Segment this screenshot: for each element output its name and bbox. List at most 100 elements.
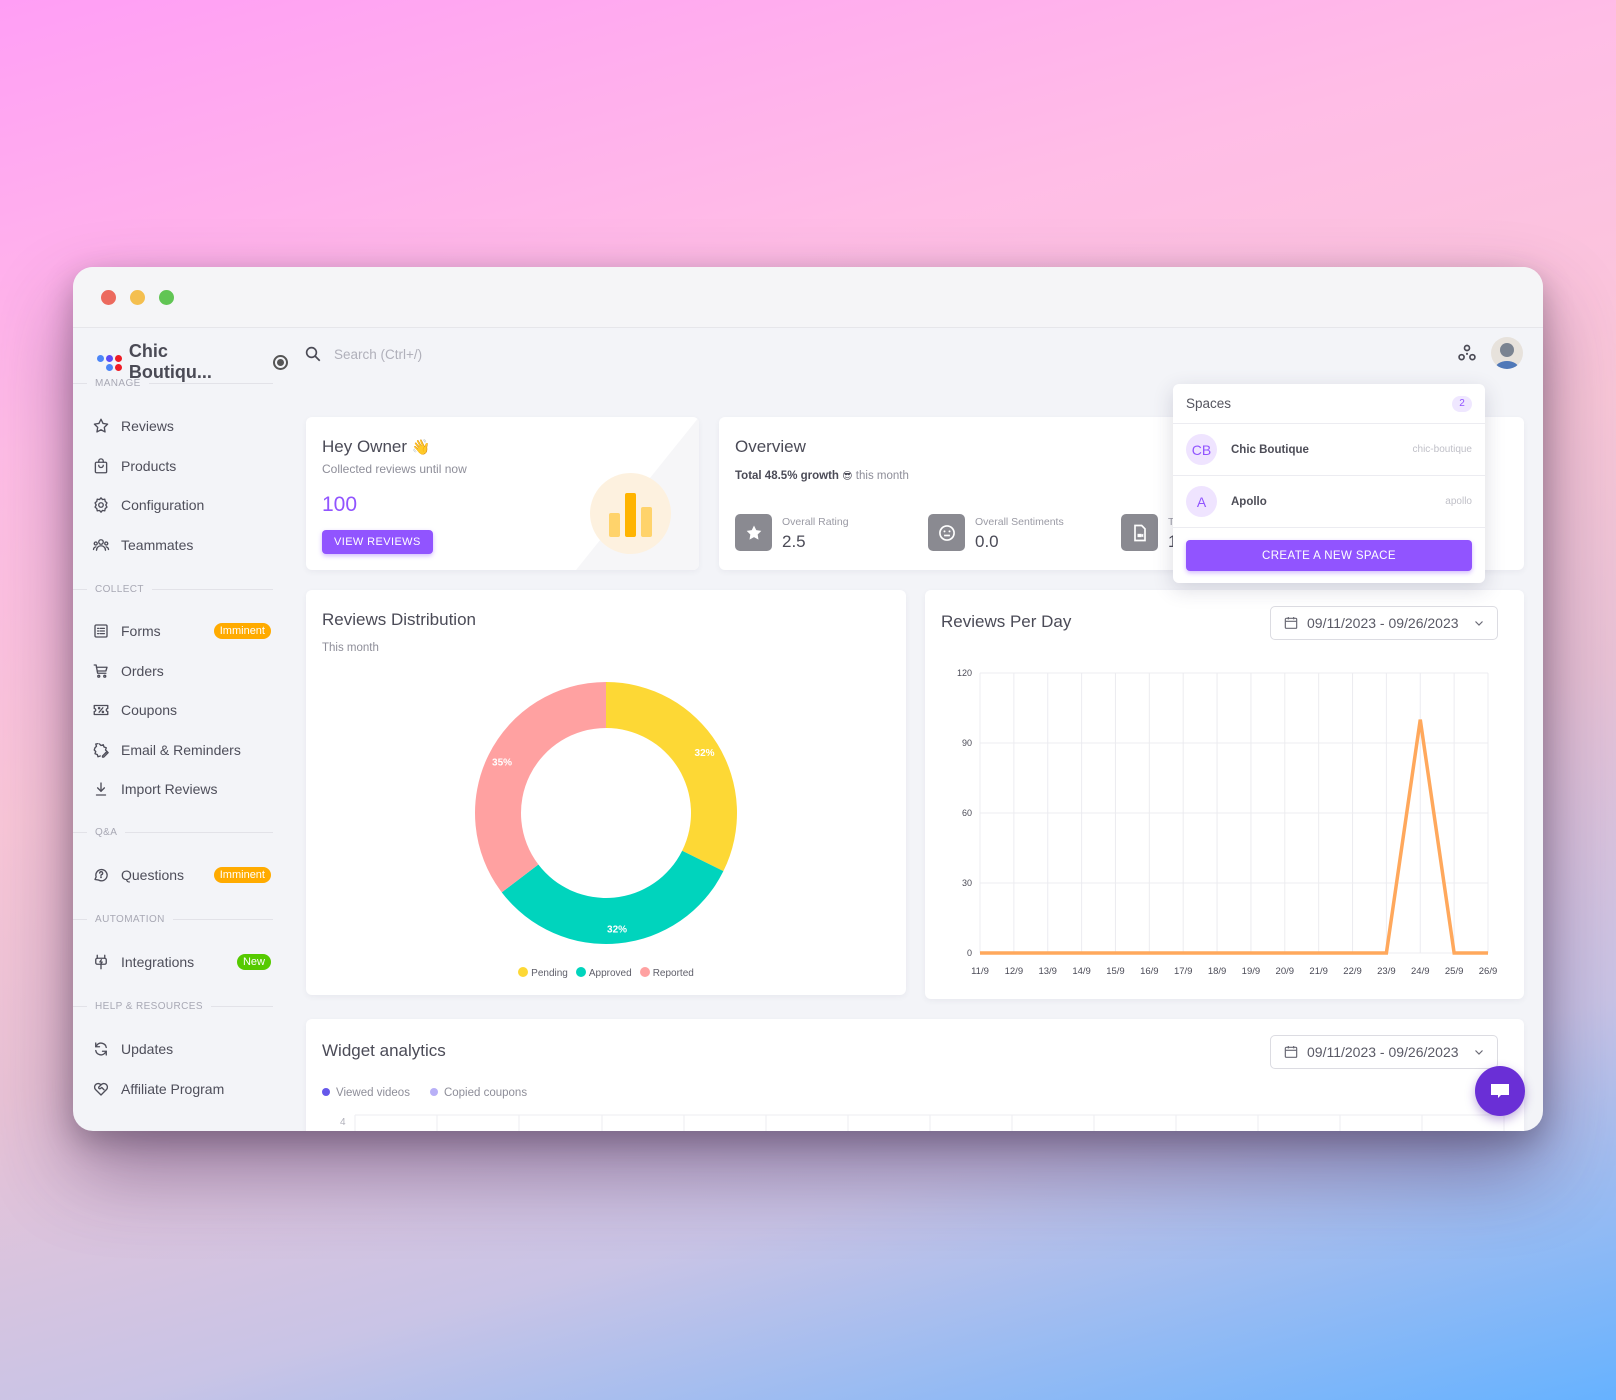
bar-chart-illustration-icon [590, 473, 671, 554]
legend-item-reported[interactable]: Reported [639, 967, 694, 979]
plug-icon [91, 952, 111, 972]
x-tick-label: 19/9 [1242, 966, 1261, 977]
space-slug: apollo [1445, 496, 1472, 507]
cart-icon [91, 661, 111, 681]
growth-period: this month [855, 470, 909, 482]
sidebar-item-coupons[interactable]: Coupons [91, 695, 271, 725]
sidebar-item-products[interactable]: Products [91, 451, 271, 481]
sidebar-item-label: Reviews [121, 418, 174, 434]
section-label: COLLECT [73, 582, 273, 596]
reviews-distribution-card: Reviews Distribution This month 32% 32% 35… [306, 590, 906, 995]
imminent-badge: Imminent [213, 623, 271, 639]
stat-overall-rating: Overall Rating 2.5 [735, 514, 849, 552]
sidebar-item-reviews[interactable]: Reviews [91, 411, 271, 441]
new-badge: New [236, 954, 271, 970]
minimize-window-button[interactable] [130, 290, 145, 305]
sidebar-item-label: Email & Reminders [121, 741, 241, 758]
space-item[interactable]: CB Chic Boutique chic-boutique [1173, 424, 1485, 476]
y-tick-label: 120 [957, 668, 972, 678]
welcome-subtitle: Collected reviews until now [322, 462, 467, 476]
view-reviews-button[interactable]: VIEW REVIEWS [322, 530, 433, 554]
x-tick-label: 16/9 [1140, 966, 1159, 977]
sidebar-item-label: Products [121, 457, 177, 474]
growth-value: Total 48.5% growth [735, 470, 839, 482]
section-label: AUTOMATION [73, 912, 273, 926]
star-icon [735, 514, 772, 551]
y-tick-label: 60 [962, 808, 972, 818]
sidebar-item-label: Updates [121, 1041, 174, 1057]
maximize-window-button[interactable] [159, 290, 174, 305]
sidebar-item-label: Questions [121, 867, 185, 883]
growth-text: Total 48.5% growth 😎 this month [735, 470, 909, 482]
sidebar-item-affiliate-program[interactable]: Affiliate Program [91, 1074, 271, 1104]
x-tick-label: 15/9 [1106, 966, 1125, 977]
collected-reviews-count: 100 [322, 493, 358, 516]
section-label: HELP & RESOURCES [73, 999, 273, 1013]
video-file-icon [1121, 514, 1158, 551]
overview-title: Overview [735, 437, 806, 456]
search-input[interactable]: Search (Ctrl+/) [334, 347, 422, 362]
title-bar [73, 267, 1543, 328]
stat-overall-sentiments: Overall Sentiments 0.0 [928, 514, 1064, 552]
sidebar-item-orders[interactable]: Orders [91, 656, 271, 686]
sidebar-item-integrations[interactable]: Integrations New [91, 947, 271, 977]
heart-handshake-icon [91, 1079, 111, 1099]
chat-support-button[interactable] [1475, 1066, 1525, 1116]
sidebar-item-label: Import Reviews [121, 781, 218, 797]
users-icon [91, 535, 111, 555]
line-chart: 0 30 60 90 120 11/9 12/9 13/9 14/9 15/9 16/9 17/9 18… [957, 668, 1497, 977]
close-window-button[interactable] [101, 290, 116, 305]
sidebar-pin-toggle-icon[interactable] [273, 354, 288, 370]
spaces-dropdown: Spaces 2 CB Chic Boutique chic-boutique … [1173, 384, 1485, 583]
welcome-card: Hey Owner 👋 Collected reviews until now … [306, 417, 699, 570]
x-tick-label: 25/9 [1445, 966, 1464, 977]
gear-icon [91, 495, 111, 515]
stat-total-videos: T1 [1121, 514, 1177, 552]
reviews-per-day-card: Reviews Per Day 09/11/2023 - 09/26/2023 … [925, 590, 1524, 999]
legend-item-approved[interactable]: Approved [575, 967, 632, 979]
x-tick-label: 13/9 [1038, 966, 1057, 977]
space-item[interactable]: A Apollo apollo [1173, 476, 1485, 528]
brand-logo-icon [97, 353, 123, 371]
sidebar-item-label: Configuration [121, 497, 205, 513]
sidebar-item-forms[interactable]: Forms Imminent [91, 616, 271, 646]
neutral-face-icon [928, 514, 965, 551]
sidebar-item-label: Affiliate Program [121, 1080, 225, 1097]
chat-bubble-icon [1491, 1084, 1509, 1098]
spaces-switcher-icon[interactable] [1457, 343, 1477, 363]
sidebar-item-updates[interactable]: Updates [91, 1034, 271, 1064]
sidebar-item-questions[interactable]: Questions Imminent [91, 860, 271, 890]
donut-chart: 32% 32% 35% [475, 682, 737, 944]
search-bar[interactable]: Search (Ctrl+/) [304, 345, 422, 363]
space-name: Chic Boutique [1231, 443, 1309, 456]
refresh-icon [91, 1039, 111, 1059]
legend-item-pending[interactable]: Pending [518, 967, 568, 979]
donut-data-label: 35% [492, 757, 512, 768]
star-icon [91, 416, 111, 436]
spaces-count-badge: 2 [1452, 395, 1472, 412]
create-new-space-button[interactable]: CREATE A NEW SPACE [1186, 540, 1472, 571]
sidebar-item-teammates[interactable]: Teammates [91, 530, 271, 560]
coupon-icon [91, 700, 111, 720]
sidebar-item-configuration[interactable]: Configuration [91, 490, 271, 520]
y-tick-label: 0 [967, 948, 972, 958]
imminent-badge: Imminent [213, 867, 271, 883]
x-tick-label: 14/9 [1072, 966, 1091, 977]
donut-slice-pending[interactable] [606, 682, 737, 872]
y-tick-label: 30 [962, 878, 972, 888]
user-avatar[interactable] [1491, 337, 1523, 369]
shopping-bag-icon [91, 456, 111, 476]
sidebar-item-label: Coupons [121, 702, 178, 718]
x-tick-label: 20/9 [1276, 966, 1295, 977]
donut-slice-reported[interactable] [475, 682, 606, 893]
sidebar-item-import-reviews[interactable]: Import Reviews [91, 774, 271, 804]
x-tick-label: 23/9 [1377, 966, 1396, 977]
sidebar: Chic Boutiqu... MANAGE Reviews Products … [73, 329, 288, 1131]
x-tick-label: 21/9 [1309, 966, 1328, 977]
question-bubble-icon [91, 865, 111, 885]
space-avatar: CB [1186, 434, 1217, 465]
sidebar-item-email-reminders[interactable]: Email & Reminders [91, 735, 271, 765]
widget-chart-grid [354, 1114, 1506, 1131]
x-tick-label: 18/9 [1208, 966, 1227, 977]
spaces-header: Spaces 2 [1173, 384, 1485, 424]
